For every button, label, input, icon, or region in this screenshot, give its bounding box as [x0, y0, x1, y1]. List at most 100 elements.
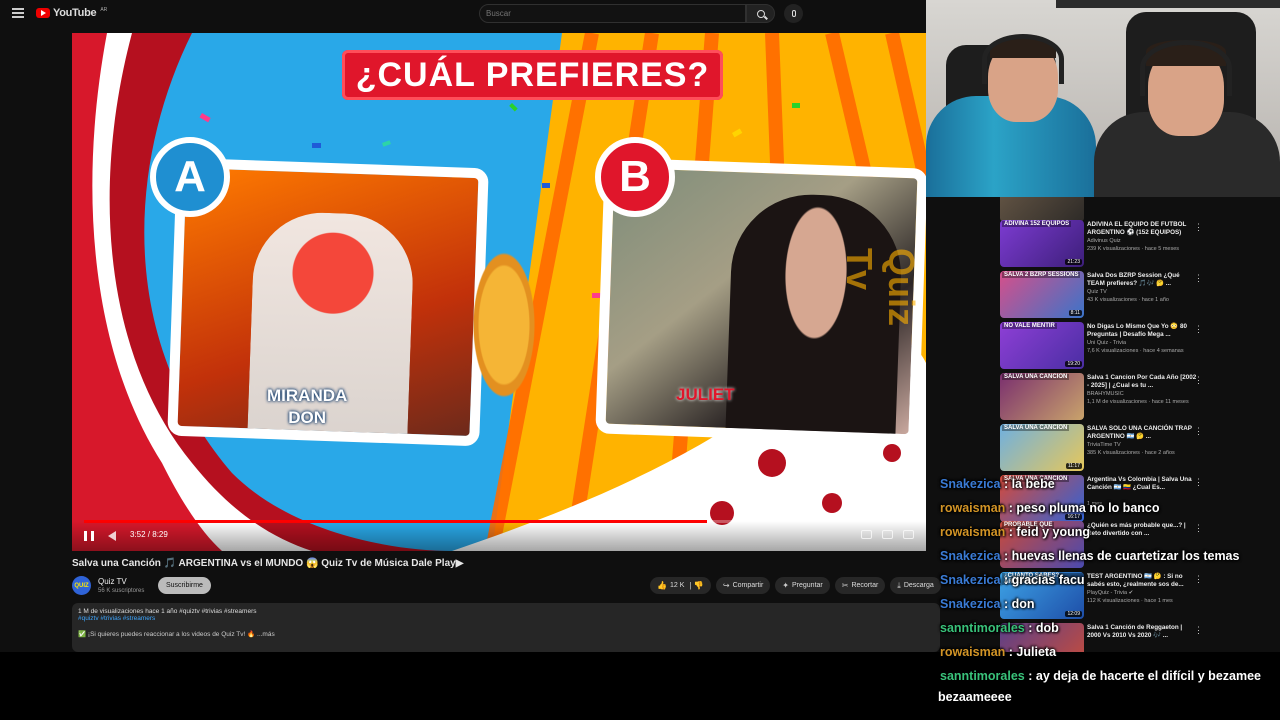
voice-search-button[interactable]	[784, 4, 803, 23]
chat-separator: :	[1000, 597, 1012, 611]
chat-username[interactable]: Snakezica	[940, 573, 1000, 587]
recommendation-thumbnail[interactable]: NO VALE MENTIR 19:20	[1000, 322, 1084, 369]
search-input[interactable]	[479, 4, 746, 23]
more-options-icon[interactable]: ⋮	[1194, 426, 1203, 437]
thumbnail-caption: SALVA 2 BZRP SESSIONS	[1002, 272, 1081, 278]
chat-text: huevas llenas de cuartetizar los temas	[1011, 549, 1240, 563]
channel-name[interactable]: Quiz TV	[98, 577, 127, 586]
chat-message: Snakezica : don	[940, 592, 1280, 616]
recommendation-channel[interactable]: Adivinus Quiz	[1087, 238, 1121, 244]
subscriber-count: 56 K suscriptores	[98, 588, 145, 594]
more-options-icon[interactable]: ⋮	[1194, 324, 1203, 335]
chat-message: Snakezica : gracias facu	[940, 568, 1280, 592]
recommendation-thumbnail[interactable]	[1000, 195, 1084, 222]
recommendation-item[interactable]: SALVA UNA CANCIÓN 11:17 SALVA SOLO UNA CAN…	[996, 424, 1276, 474]
ask-button[interactable]: ✦ Preguntar	[775, 577, 830, 594]
thumbnail-caption: NO VALE MENTIR	[1002, 323, 1057, 329]
chat-text: dob	[1035, 621, 1059, 635]
recommendation-thumbnail[interactable]: SALVA 2 BZRP SESSIONS 8:11	[1000, 271, 1084, 318]
download-button[interactable]: ⤓ Descarga	[890, 577, 941, 594]
chat-separator: :	[1000, 477, 1012, 491]
chat-username[interactable]: sanntimorales	[940, 621, 1025, 635]
chat-text: peso pluma no lo banco	[1016, 501, 1160, 515]
chat-username[interactable]: rowaisman	[940, 525, 1005, 539]
chat-username[interactable]: sanntimorales	[940, 669, 1025, 683]
share-label: Compartir	[732, 582, 764, 589]
more-options-icon[interactable]: ⋮	[1194, 375, 1203, 386]
youtube-logo[interactable]: YouTube AR	[36, 7, 107, 19]
recommendation-title[interactable]: Salva 1 Cancion Por Cada Año [2002 - 202…	[1087, 374, 1197, 390]
recommendation-title[interactable]: No Digas Lo Mismo Que Yo 😳 80 Preguntas …	[1087, 323, 1197, 339]
recommendation-channel[interactable]: TriviaTime TV	[1087, 442, 1121, 448]
chat-message: sanntimorales : ay deja de hacerte el di…	[940, 664, 1280, 688]
recommendation-title[interactable]: ADIVINA EL EQUIPO DE FUTBOL ARGENTINO ⚽ …	[1087, 221, 1197, 237]
clip-label: Recortar	[851, 582, 879, 589]
chat-username[interactable]: rowaisman	[940, 645, 1005, 659]
chat-separator: :	[1005, 525, 1017, 539]
question-text: ¿CUÁL PREFIERES?	[355, 55, 710, 94]
recommendation-title[interactable]: SALVA SOLO UNA CANCIÓN TRAP ARGENTINO 🇦🇷…	[1087, 425, 1197, 441]
more-options-icon[interactable]: ⋮	[1194, 222, 1203, 233]
share-button[interactable]: ↪ Compartir	[715, 577, 771, 594]
chat-username[interactable]: Snakezica	[940, 477, 1000, 491]
ask-label: Preguntar	[792, 582, 823, 589]
recommendation-meta: 7,6 K visualizaciones · hace 4 semanas	[1087, 348, 1184, 354]
headset-left-icon	[982, 34, 1064, 84]
description-meta: 1 M de visualizaciones hace 1 año #quizt…	[78, 608, 257, 615]
chat-text: la bebe	[1011, 477, 1055, 491]
microphone-icon	[791, 10, 796, 17]
thumbs-up-icon: 👍	[657, 581, 667, 590]
recommendation-thumbnail[interactable]: SALVA UNA CANCIÓN 11:17	[1000, 424, 1084, 471]
recommendation-item[interactable]: SALVA 2 BZRP SESSIONS 8:11 Salva Dos BZRP …	[996, 271, 1276, 321]
recommendation-item[interactable]: ADIVINA 152 EQUIPOS 21:23 ADIVINA EL EQUIP…	[996, 220, 1276, 270]
chat-overlay: Snakezica : la bebe rowaisman : peso plum…	[938, 472, 1280, 706]
like-button[interactable]: 👍 12 K | 👎	[650, 577, 711, 594]
option-b-name: JULIET	[676, 385, 735, 404]
fullscreen-icon[interactable]	[903, 530, 914, 539]
recommendation-meta: 43 K visualizaciones · hace 1 año	[1087, 297, 1169, 303]
recommendation-thumbnail[interactable]: ADIVINA 152 EQUIPOS 21:23	[1000, 220, 1084, 267]
video-player[interactable]: A B ¿CUÁL PREFIERES? MIRANDA DON JULIET …	[72, 33, 926, 551]
chat-username[interactable]: rowaisman	[940, 501, 1005, 515]
scissors-icon: ✂	[841, 581, 849, 590]
recommendation-item[interactable]: NO VALE MENTIR 19:20 No Digas Lo Mismo Que…	[996, 322, 1276, 372]
channel-avatar[interactable]: QUIZ	[72, 576, 91, 595]
duration-badge: 8:11	[1068, 310, 1082, 316]
search-button[interactable]	[746, 4, 775, 23]
recommendation-channel[interactable]: Uni Quiz - Trivia	[1087, 340, 1126, 346]
recommendation-channel[interactable]: Quiz TV	[1087, 289, 1107, 295]
recommendation-channel[interactable]: BRAHYMUSIC	[1087, 391, 1124, 397]
recommendation-title[interactable]: Salva Dos BZRP Session ¿Qué TEAM prefier…	[1087, 272, 1197, 288]
recommendation-item[interactable]: SALVA UNA CANCIÓN Salva 1 Cancion Por Cad…	[996, 373, 1276, 423]
chat-username[interactable]: Snakezica	[940, 597, 1000, 611]
chat-message: rowaisman : Julieta	[940, 640, 1280, 664]
chat-text: ay deja de hacerte el difícil y bezamee	[1035, 669, 1261, 683]
right-controls	[861, 530, 914, 539]
search-icon	[756, 9, 765, 18]
subscribe-button[interactable]: Suscribirme	[158, 577, 211, 594]
chat-separator: :	[1000, 549, 1012, 563]
clip-button[interactable]: ✂ Recortar	[834, 577, 886, 594]
logo-text: YouTube	[53, 7, 97, 19]
pause-icon[interactable]	[84, 531, 94, 541]
download-label: Descarga	[903, 582, 934, 589]
theater-icon[interactable]	[882, 530, 893, 539]
sparkle-icon: ✦	[782, 581, 789, 590]
recommendation-thumbnail[interactable]: SALVA UNA CANCIÓN	[1000, 373, 1084, 420]
question-banner: ¿CUÁL PREFIERES?	[342, 50, 723, 100]
argentina-sun-icon	[468, 241, 540, 409]
settings-icon[interactable]	[861, 530, 872, 539]
option-a-name-line2: DON	[288, 408, 327, 427]
more-options-icon[interactable]: ⋮	[1194, 273, 1203, 284]
menu-icon[interactable]	[12, 8, 24, 18]
description-tags[interactable]: #quiztv #trivias #streamers	[78, 615, 934, 622]
thumbs-down-icon[interactable]: | 👎	[687, 581, 704, 590]
volume-icon[interactable]	[108, 531, 116, 541]
video-title: Salva una Canción 🎵 ARGENTINA vs el MUND…	[72, 558, 464, 569]
description-box[interactable]: 1 M de visualizaciones hace 1 año #quizt…	[72, 603, 940, 652]
chat-username[interactable]: Snakezica	[940, 549, 1000, 563]
chat-text: Julieta	[1016, 645, 1057, 659]
side-watermark: Quiz Tv	[839, 248, 922, 326]
headset-right-icon	[1140, 40, 1232, 96]
chat-text: feid y young	[1016, 525, 1091, 539]
